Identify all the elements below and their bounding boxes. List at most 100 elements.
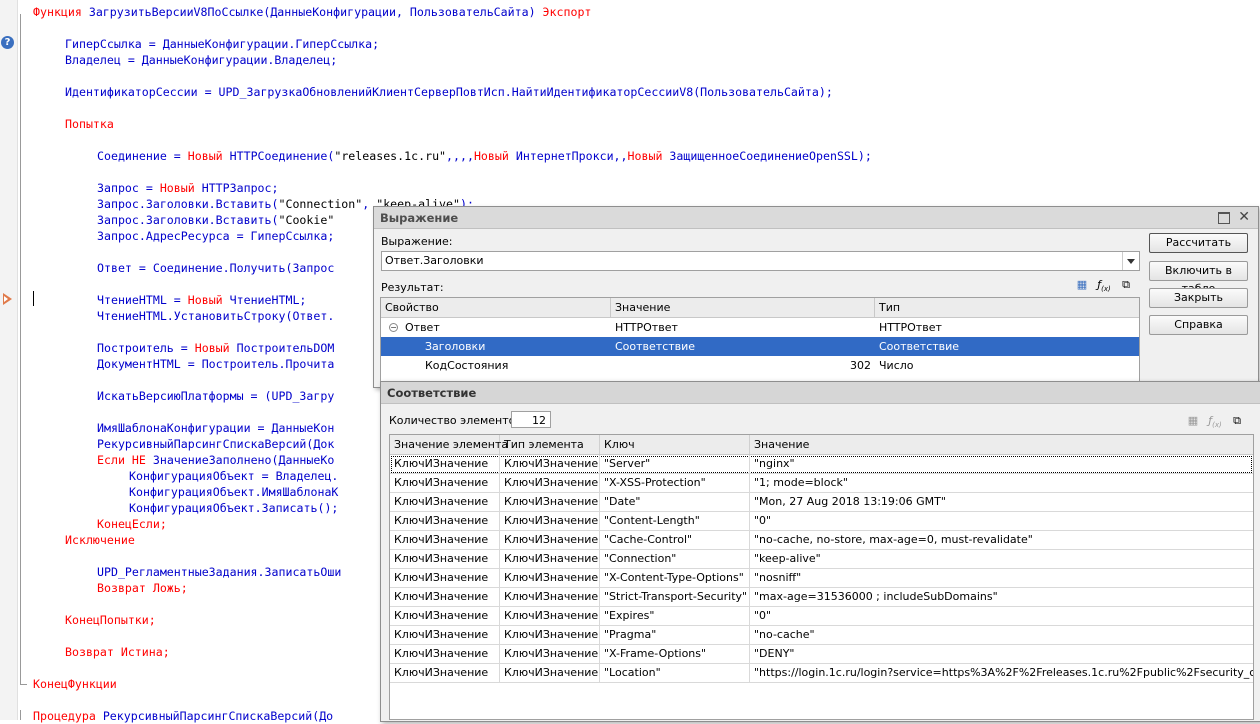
copy-icon[interactable]: ⧉: [1229, 414, 1245, 428]
copy-icon[interactable]: ⧉: [1118, 278, 1134, 292]
type-cell: Число: [879, 359, 914, 372]
table-row[interactable]: КлючИЗначение КлючИЗначение "Expires" "0": [390, 607, 1253, 626]
result-row[interactable]: Заголовки Соответствие Соответствие: [381, 337, 1139, 356]
code-line: КонфигурацияОбъект.ИмяШаблонаК: [129, 485, 339, 499]
table-cell: "Mon, 27 Aug 2018 13:19:06 GMT": [754, 495, 946, 508]
expression-window[interactable]: Выражение ✕ Выражение: Ответ.Заголовки Р…: [373, 206, 1259, 388]
table-cell: "Date": [600, 493, 750, 511]
table-cell: "DENY": [754, 647, 795, 660]
table-cell: КлючИЗначение: [500, 664, 600, 682]
table-row[interactable]: КлючИЗначение КлючИЗначение "X-XSS-Protect…: [390, 474, 1253, 493]
type-cell: Соответствие: [879, 340, 960, 353]
code-line: ДокументHTML = Построитель.Прочита: [97, 357, 335, 371]
collection-window[interactable]: Соответствие Количество элементов: 12 ▦ …: [380, 381, 1260, 722]
table-cell: КлючИЗначение: [390, 493, 500, 511]
result-row[interactable]: − Ответ HTTPОтвет HTTPОтвет: [381, 318, 1139, 337]
table-cell: "0": [754, 514, 772, 527]
table-cell: КлючИЗначение: [500, 569, 600, 587]
code-line: ЧтениеHTML = Новый ЧтениеHTML;: [97, 293, 307, 307]
result-label: Результат:: [381, 281, 444, 294]
table-cell: "Expires": [600, 607, 750, 625]
result-grid-header: Свойство Значение Тип: [381, 298, 1139, 318]
table-row[interactable]: КлючИЗначение КлючИЗначение "Cache-Control…: [390, 531, 1253, 550]
table-cell: "X-Frame-Options": [600, 645, 750, 663]
code-line: ИскатьВерсиюПлатформы = (UPD_Загру: [97, 389, 335, 403]
table-row[interactable]: КлючИЗначение КлючИЗначение "Connection" "k…: [390, 550, 1253, 569]
column-header[interactable]: Значение: [750, 435, 1253, 454]
code-line: Процедура РекурсивныйПарсингСпискаВерсий…: [33, 709, 334, 723]
table-icon[interactable]: ▦: [1185, 414, 1201, 428]
table-row[interactable]: КлючИЗначение КлючИЗначение "Server" "nginx…: [390, 455, 1253, 474]
table-cell: "Content-Length": [600, 512, 750, 530]
result-row[interactable]: КодСостояния 302 Число: [381, 356, 1139, 375]
table-row[interactable]: КлючИЗначение КлючИЗначение "Strict-Transp…: [390, 588, 1253, 607]
table-cell: "nginx": [754, 457, 795, 470]
column-header[interactable]: Тип элемента: [500, 435, 600, 454]
table-cell: КлючИЗначение: [390, 512, 500, 530]
table-cell: "no-cache, no-store, max-age=0, must-rev…: [754, 533, 1033, 546]
close-button[interactable]: Закрыть: [1149, 288, 1248, 308]
table-cell: "keep-alive": [754, 552, 821, 565]
add-to-watch-button[interactable]: Включить в табло: [1149, 261, 1248, 295]
column-header[interactable]: Ключ: [600, 435, 750, 454]
column-header[interactable]: Свойство: [381, 298, 611, 317]
type-cell: HTTPОтвет: [879, 321, 942, 334]
code-line: UPD_РегламентныеЗадания.ЗаписатьОши: [97, 565, 342, 579]
code-line: ИдентификаторСессии = UPD_ЗагрузкаОбновл…: [65, 85, 833, 99]
table-cell: КлючИЗначение: [390, 474, 500, 492]
collection-title: Соответствие: [387, 386, 477, 400]
code-line: КонецФункции: [33, 677, 117, 691]
table-cell: "https://login.1c.ru/login?service=https…: [754, 666, 1253, 679]
table-icon[interactable]: ▦: [1074, 278, 1090, 292]
code-line: КонфигурацияОбъект = Владелец.: [129, 469, 339, 483]
code-line: Функция ЗагрузитьВерсииV8ПоСсылке(Данные…: [33, 5, 592, 19]
table-row[interactable]: КлючИЗначение КлючИЗначение "Pragma" "no-ca…: [390, 626, 1253, 645]
question-icon[interactable]: ?: [1, 36, 14, 49]
chevron-down-icon[interactable]: [1122, 252, 1139, 270]
code-line: Запрос.Заголовки.Вставить("Cookie": [97, 213, 335, 227]
table-row[interactable]: КлючИЗначение КлючИЗначение "Date" "Mon, 27…: [390, 493, 1253, 512]
function-icon[interactable]: ƒ(x): [1096, 278, 1112, 293]
fold-line: [20, 14, 21, 684]
table-cell: КлючИЗначение: [390, 569, 500, 587]
table-cell: КлючИЗначение: [390, 588, 500, 606]
code-line: Возврат Ложь;: [97, 581, 188, 595]
close-icon[interactable]: ✕: [1238, 209, 1250, 225]
table-row[interactable]: КлючИЗначение КлючИЗначение "X-Frame-Optio…: [390, 645, 1253, 664]
code-line: Запрос.АдресРесурса = ГиперСсылка;: [97, 229, 335, 243]
expression-input[interactable]: Ответ.Заголовки: [381, 251, 1140, 271]
table-cell: КлючИЗначение: [500, 550, 600, 568]
code-line: Соединение = Новый HTTPСоединение("relea…: [97, 149, 872, 163]
collection-window-titlebar[interactable]: Соответствие: [381, 382, 1260, 404]
expression-window-titlebar[interactable]: Выражение ✕: [374, 207, 1258, 229]
code-line: Запрос = Новый HTTPЗапрос;: [97, 181, 279, 195]
calculate-button[interactable]: Рассчитать: [1149, 233, 1248, 253]
table-row[interactable]: КлючИЗначение КлючИЗначение "Content-Lengt…: [390, 512, 1253, 531]
table-cell: КлючИЗначение: [390, 531, 500, 549]
column-header[interactable]: Тип: [875, 298, 1139, 317]
fold-tick: [20, 684, 27, 685]
table-cell: "Server": [600, 455, 750, 473]
table-cell: КлючИЗначение: [390, 626, 500, 644]
function-icon[interactable]: ƒ(x): [1207, 414, 1223, 429]
column-header[interactable]: Значение: [611, 298, 875, 317]
table-row[interactable]: КлючИЗначение КлючИЗначение "X-Content-Typ…: [390, 569, 1253, 588]
collapse-icon[interactable]: −: [389, 323, 398, 332]
collection-grid[interactable]: Значение элемента Тип элемента Ключ Знач…: [389, 434, 1254, 720]
current-line-arrow-inner: [4, 296, 8, 302]
property-cell: Заголовки: [425, 340, 486, 353]
expression-label: Выражение:: [381, 235, 453, 248]
property-cell: Ответ: [405, 321, 440, 334]
table-cell: КлючИЗначение: [500, 588, 600, 606]
help-button[interactable]: Справка: [1149, 315, 1248, 335]
table-cell: "0": [754, 609, 772, 622]
table-row[interactable]: КлючИЗначение КлючИЗначение "Location" "htt…: [390, 664, 1253, 683]
table-cell: КлючИЗначение: [500, 645, 600, 663]
property-cell: КодСостояния: [425, 359, 509, 372]
table-cell: "Strict-Transport-Security": [600, 588, 750, 606]
column-header[interactable]: Значение элемента: [390, 435, 508, 454]
maximize-icon[interactable]: [1218, 212, 1230, 224]
table-cell: КлючИЗначение: [390, 455, 500, 473]
table-cell: КлючИЗначение: [500, 607, 600, 625]
result-grid[interactable]: Свойство Значение Тип − Ответ HTTPОтвет HTT…: [380, 297, 1140, 384]
